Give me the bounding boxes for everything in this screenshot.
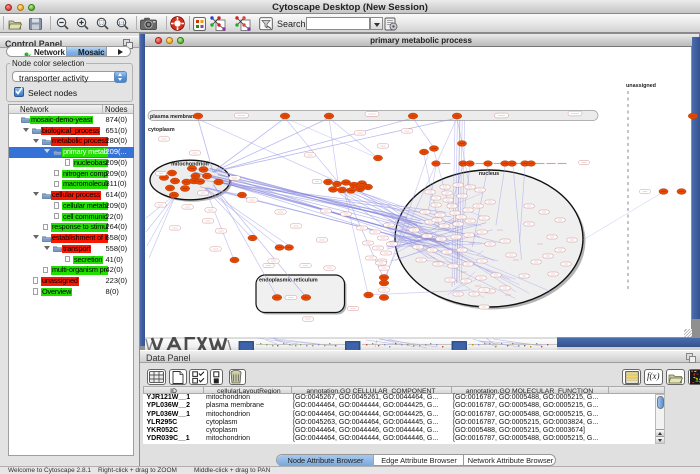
svg-text:plasma membrane: plasma membrane (150, 114, 197, 120)
svg-text:nucleus: nucleus (479, 171, 499, 177)
svg-text:cytoplasm: cytoplasm (148, 127, 175, 133)
svg-text:unassigned: unassigned (626, 83, 656, 89)
svg-text:1:1: 1:1 (118, 20, 125, 25)
